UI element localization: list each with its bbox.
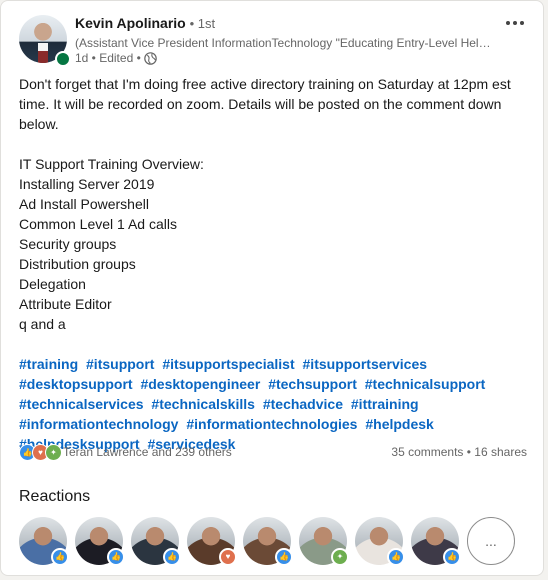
- hashtag-link[interactable]: #informationtechnologies: [186, 416, 357, 432]
- post-header: Kevin Apolinario • 1st (Assistant Vice P…: [19, 13, 529, 67]
- love-icon: ♥: [219, 548, 237, 566]
- hashtag-link[interactable]: #technicalskills: [151, 396, 255, 412]
- post-card: Kevin Apolinario • 1st (Assistant Vice P…: [0, 0, 544, 576]
- list-item: Common Level 1 Ad calls: [19, 216, 177, 232]
- reactor-avatar[interactable]: 👍: [355, 517, 405, 566]
- like-icon: 👍: [387, 548, 405, 566]
- hashtag-link[interactable]: #informationtechnology: [19, 416, 178, 432]
- list-item: q and a: [19, 316, 66, 332]
- list-item: Installing Server 2019: [19, 176, 155, 192]
- connection-degree: • 1st: [189, 16, 216, 31]
- post-time-edited: 1d • Edited •: [75, 51, 141, 65]
- like-icon: 👍: [275, 548, 293, 566]
- dot-icon: [513, 21, 517, 25]
- hashtag-link[interactable]: #itsupportservices: [303, 356, 428, 372]
- reaction-icons[interactable]: 👍 ♥ ✦: [19, 444, 62, 461]
- hashtag-link[interactable]: #ittraining: [351, 396, 419, 412]
- reactor-avatar[interactable]: 👍: [243, 517, 293, 566]
- list-item: Distribution groups: [19, 256, 136, 272]
- reactor-avatars: 👍 👍 👍 ♥ 👍 ✦ 👍 👍...: [19, 517, 515, 566]
- hashtag-link[interactable]: #techadvice: [263, 396, 343, 412]
- like-icon: 👍: [107, 548, 125, 566]
- online-status-icon: [55, 51, 71, 67]
- more-reactors-button[interactable]: ...: [467, 517, 515, 565]
- list-item: Delegation: [19, 276, 86, 292]
- reactor-avatar[interactable]: ✦: [299, 517, 349, 566]
- hashtag-link[interactable]: #itsupportspecialist: [162, 356, 294, 372]
- post-intro: Don't forget that I'm doing free active …: [19, 76, 511, 132]
- reactor-avatar[interactable]: 👍: [19, 517, 69, 566]
- like-icon: 👍: [163, 548, 181, 566]
- celebrate-icon: ✦: [45, 444, 62, 461]
- reaction-summary[interactable]: Teran Lawrence and 239 others: [63, 445, 232, 459]
- hashtag-list: #training #itsupport #itsupportspecialis…: [19, 354, 519, 454]
- author-name[interactable]: Kevin Apolinario: [75, 15, 186, 31]
- hashtag-link[interactable]: #desktopsupport: [19, 376, 133, 392]
- like-icon: 👍: [51, 548, 69, 566]
- hashtag-link[interactable]: #training: [19, 356, 78, 372]
- globe-icon: [143, 51, 157, 65]
- list-item: Ad Install Powershell: [19, 196, 149, 212]
- list-item: Security groups: [19, 236, 117, 252]
- post-body: Don't forget that I'm doing free active …: [19, 74, 519, 454]
- hashtag-link[interactable]: #desktopengineer: [140, 376, 260, 392]
- hashtag-link[interactable]: #helpdesk: [365, 416, 433, 432]
- post-meta: 1d • Edited •: [75, 51, 157, 65]
- list-item: Attribute Editor: [19, 296, 112, 312]
- social-counts-bar: 👍 ♥ ✦ Teran Lawrence and 239 others 35 c…: [19, 443, 527, 461]
- overview-title: IT Support Training Overview:: [19, 156, 204, 172]
- hashtag-link[interactable]: #itsupport: [86, 356, 154, 372]
- more-options-button[interactable]: [501, 13, 529, 33]
- author-name-line: Kevin Apolinario • 1st: [75, 15, 215, 31]
- comments-shares-count[interactable]: 35 comments • 16 shares: [391, 445, 527, 459]
- reactor-avatar[interactable]: 👍: [411, 517, 461, 566]
- hashtag-link[interactable]: #techsupport: [268, 376, 357, 392]
- hashtag-link[interactable]: #technicalservices: [19, 396, 144, 412]
- hashtag-link[interactable]: #technicalsupport: [365, 376, 486, 392]
- reactions-heading: Reactions: [19, 488, 91, 505]
- dot-icon: [520, 21, 524, 25]
- reactor-avatar[interactable]: ♥: [187, 517, 237, 566]
- insightful-icon: ✦: [331, 548, 349, 566]
- author-headline[interactable]: (Assistant Vice President InformationTec…: [75, 36, 495, 50]
- like-icon: 👍: [443, 548, 461, 566]
- dot-icon: [506, 21, 510, 25]
- reactor-avatar[interactable]: 👍: [131, 517, 181, 566]
- reactor-avatar[interactable]: 👍: [75, 517, 125, 566]
